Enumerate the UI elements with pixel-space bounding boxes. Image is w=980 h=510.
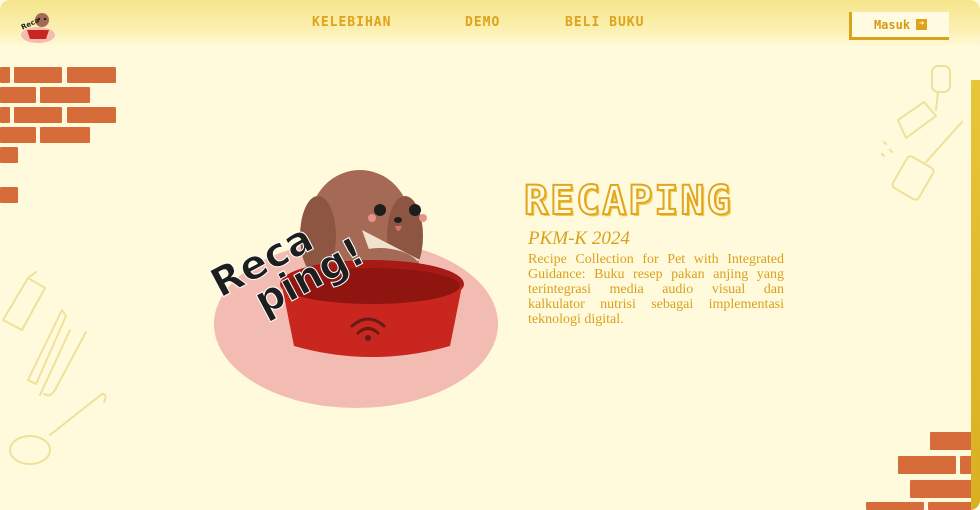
login-button[interactable]: Masuk ➜ bbox=[849, 12, 949, 40]
dog-bowl-logo-icon: Reca bbox=[20, 13, 55, 43]
site-header: Reca KELEBIHAN DEMO BELI BUKU Masuk ➜ bbox=[0, 0, 980, 48]
kitchen-utensils-right-icon bbox=[881, 65, 963, 201]
landing-page: Reca KELEBIHAN DEMO BELI BUKU Masuk ➜ Re… bbox=[0, 0, 980, 510]
hero-title: RECAPING bbox=[523, 177, 733, 225]
nav-kelebihan[interactable]: KELEBIHAN bbox=[312, 15, 391, 30]
hero-illustration: Reca ping! bbox=[200, 140, 510, 420]
hero-description: Recipe Collection for Pet with Integrate… bbox=[528, 252, 784, 327]
login-icon: ➜ bbox=[916, 19, 928, 30]
right-edge-bar bbox=[971, 80, 980, 510]
nav-demo[interactable]: DEMO bbox=[465, 15, 500, 30]
kitchen-utensils-left-icon bbox=[2, 271, 107, 465]
nav-beli-buku[interactable]: BELI BUKU bbox=[565, 15, 644, 30]
login-label: Masuk bbox=[873, 17, 911, 32]
hero-subtitle: PKM-K 2024 bbox=[528, 228, 630, 249]
logo[interactable]: Reca bbox=[18, 8, 58, 44]
